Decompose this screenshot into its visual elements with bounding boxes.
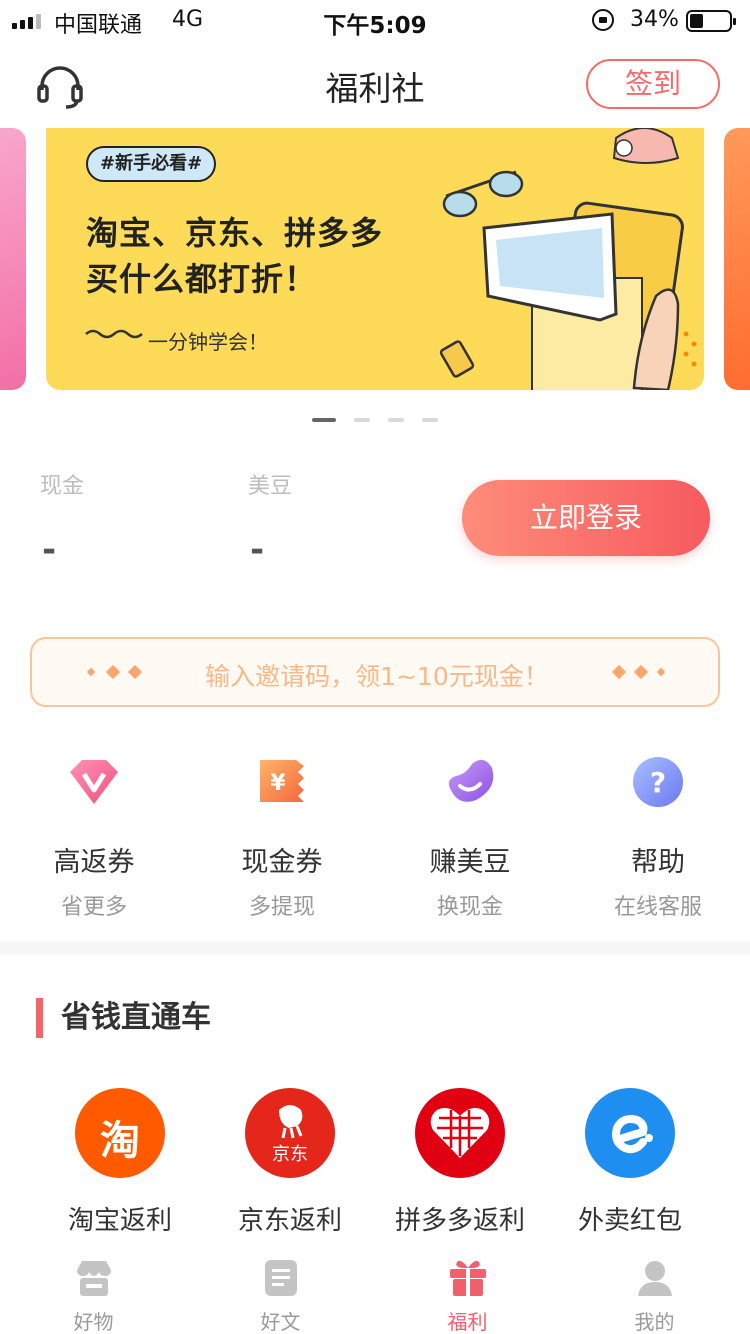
carousel-dot[interactable] [312,418,336,422]
tab-label: 好文 [260,1310,301,1334]
taobao-logo-text: 淘 [100,1118,140,1164]
feature-subtitle: 多提现 [248,895,315,920]
section-title: 省钱直通车 [36,998,211,1038]
feature-help[interactable]: ? 帮助 在线客服 [564,750,750,921]
nav-header: 福利社 签到 [0,40,750,128]
store-icon [76,1261,111,1296]
yuan-ticket-icon: ¥ [260,760,304,802]
login-button[interactable]: 立即登录 [462,480,710,556]
bean-icon [448,759,494,802]
tab-label: 我的 [634,1310,675,1334]
banner-tag: #新手必看# [86,146,217,182]
banner-slide[interactable]: #新手必看# 淘宝、京东、拼多多 买什么都打折！ 一分钟学会！ [46,128,704,390]
gift-icon [449,1260,486,1296]
carousel-dot[interactable] [422,418,438,422]
help-icon: ? [633,757,683,807]
beans-label: 美豆 [248,474,293,499]
tab-goods[interactable]: 好物 [0,1258,187,1334]
tab-label: 福利 [447,1310,488,1334]
taobao-logo-icon: 淘 [75,1088,165,1178]
feature-title: 高返券 [53,847,135,878]
pinduoduo-logo-icon [415,1088,505,1178]
diamond-v-icon [70,760,118,804]
shop-label: 京东返利 [237,1206,342,1236]
feature-subtitle: 换现金 [436,895,503,920]
jd-logo-text: 京东 [272,1144,308,1165]
carousel-dot[interactable] [388,418,404,422]
eleme-e-icon [612,1115,653,1154]
banner-next-peek[interactable] [724,128,750,390]
feature-cash-coupon[interactable]: ¥ 现金券 多提现 [188,750,376,921]
bottom-tab-bar: 好物 好文 福利 我的 [0,1254,750,1334]
battery-icon [686,10,736,32]
svg-text:?: ? [650,766,666,799]
shop-taobao[interactable]: 淘 淘宝返利 [30,1088,210,1237]
battery-percent: 34% [630,7,679,32]
user-icon [637,1261,672,1296]
eleme-logo-icon [585,1088,675,1178]
rotation-lock-icon [592,9,614,31]
shop-jd[interactable]: 京东 京东返利 [200,1088,380,1237]
beans-value: - [250,530,265,570]
banner-headline-1: 淘宝、京东、拼多多 [86,214,384,252]
shop-takeout[interactable]: 外卖红包 [540,1088,720,1237]
wave-icon [85,329,143,339]
tab-welfare[interactable]: 福利 [374,1258,561,1334]
banner-prev-peek[interactable] [0,128,26,390]
shop-shortcuts: 淘 淘宝返利 京东 京东返利 拼多多返利 外卖红包 [0,1088,750,1238]
section-divider [0,942,750,954]
pinduoduo-heart-icon [430,1108,490,1158]
svg-text:¥: ¥ [270,771,286,796]
feature-earn-beans[interactable]: 赚美豆 换现金 [376,750,564,921]
feature-high-rebate[interactable]: 高返券 省更多 [0,750,188,921]
banner-carousel[interactable]: #新手必看# 淘宝、京东、拼多多 买什么都打折！ 一分钟学会！ [0,128,750,390]
feature-subtitle: 省更多 [60,895,127,920]
feature-subtitle: 在线客服 [613,895,702,920]
banner-illustration [439,128,697,390]
shop-label: 拼多多返利 [394,1206,525,1236]
article-icon [264,1260,297,1296]
feature-title: 赚美豆 [429,847,511,878]
tab-mine[interactable]: 我的 [561,1258,748,1334]
shop-label: 淘宝返利 [67,1206,172,1236]
feature-title: 现金券 [241,847,323,878]
feature-grid: 高返券 省更多 ¥ 现金券 多提现 赚美豆 换现金 ? 帮助 在线客服 [0,750,750,920]
signin-button[interactable]: 签到 [586,59,720,109]
cash-label: 现金 [40,474,85,499]
status-bar: 中国联通 4G 下午5:09 34% [0,0,750,40]
invite-code-banner[interactable]: 输入邀请码，领1~10元现金！ [30,637,720,707]
cash-value: - [42,530,57,570]
shop-label: 外卖红包 [577,1206,682,1236]
carousel-indicator [0,418,750,422]
tab-articles[interactable]: 好文 [187,1258,374,1334]
carousel-dot[interactable] [354,418,370,422]
jd-logo-icon: 京东 [245,1088,335,1178]
tab-label: 好物 [73,1310,114,1334]
banner-headline-2: 买什么都打折！ [86,260,318,298]
feature-title: 帮助 [631,847,685,878]
banner-subtitle: 一分钟学会！ [148,330,268,354]
shop-pinduoduo[interactable]: 拼多多返利 [370,1088,550,1237]
account-summary: 现金 - 美豆 - 立即登录 [0,460,750,590]
